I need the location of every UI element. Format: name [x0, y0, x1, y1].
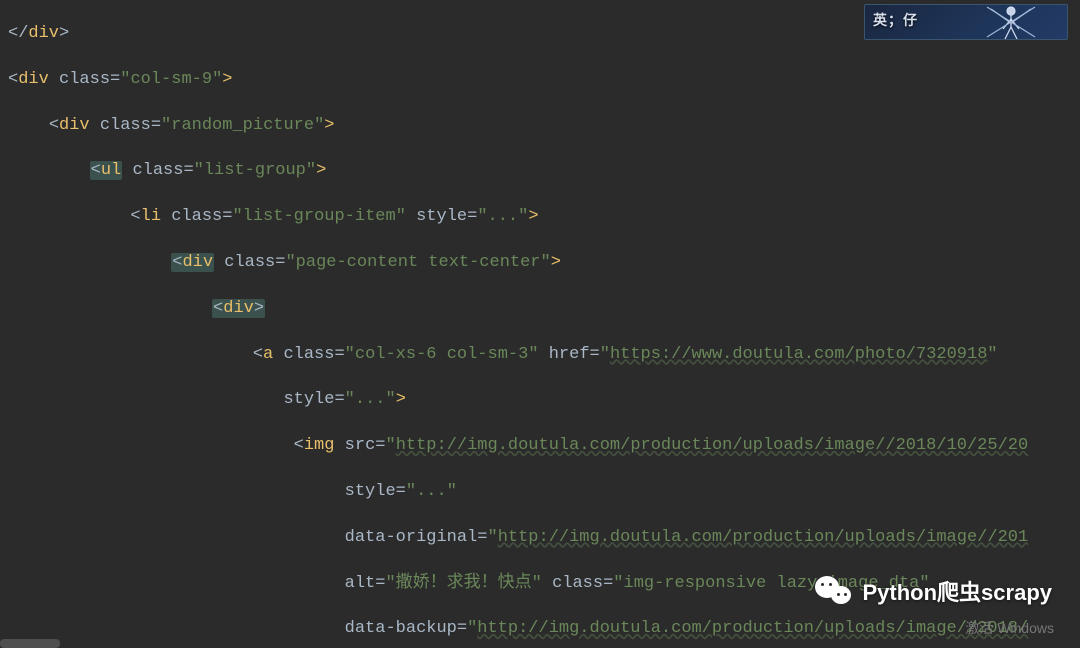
wechat-watermark: Python爬虫scrapy: [813, 570, 1053, 612]
matched-tag-ul-open: <ul: [90, 161, 123, 180]
activate-windows-label: 激活 Windows: [965, 618, 1054, 638]
folded-style[interactable]: ...: [355, 390, 386, 409]
matched-tag-div-inner: <div>: [212, 299, 265, 318]
game-promo-badge[interactable]: 英；仔: [864, 4, 1068, 40]
tag-img1: <img: [294, 436, 335, 455]
val-col9: col-sm-9: [130, 70, 212, 89]
wechat-icon: [813, 570, 855, 612]
val-random: random_picture: [171, 116, 314, 135]
val-pc: page-content text-center: [296, 253, 541, 272]
img1-src: http://img.doutula.com/production/upload…: [396, 436, 1029, 455]
wechat-label: Python爬虫scrapy: [863, 575, 1053, 607]
matched-tag-div-pc: <div: [171, 253, 214, 272]
folded-style[interactable]: ...: [416, 482, 447, 501]
tag-a1-open: <a: [253, 345, 273, 364]
img1-bak: http://img.doutula.com/production/upload…: [477, 619, 1028, 638]
val-lg: list-group: [204, 161, 306, 180]
tag-li: <li: [130, 207, 161, 226]
badge-label: 英；仔: [873, 10, 918, 30]
href-photo1: https://www.doutula.com/photo/7320918: [610, 345, 987, 364]
tag-div-random: <div: [49, 116, 90, 135]
tag-div-col9: <div: [8, 70, 49, 89]
img1-alt: 撒娇！求我！快点: [396, 574, 532, 593]
warrior-icon: [957, 4, 1067, 40]
img1-orig: http://img.doutula.com/production/upload…: [498, 528, 1029, 547]
horizontal-scrollbar-thumb[interactable]: [0, 639, 60, 648]
code-editor[interactable]: </div> <div class="col-sm-9"> <div class…: [0, 0, 1080, 648]
folded-style[interactable]: ...: [488, 207, 519, 226]
val-lgi: list-group-item: [243, 207, 396, 226]
tag-div-close: </div>: [8, 24, 69, 43]
val-acol: col-xs-6 col-sm-3: [355, 345, 528, 364]
attr-class: class: [59, 70, 110, 89]
